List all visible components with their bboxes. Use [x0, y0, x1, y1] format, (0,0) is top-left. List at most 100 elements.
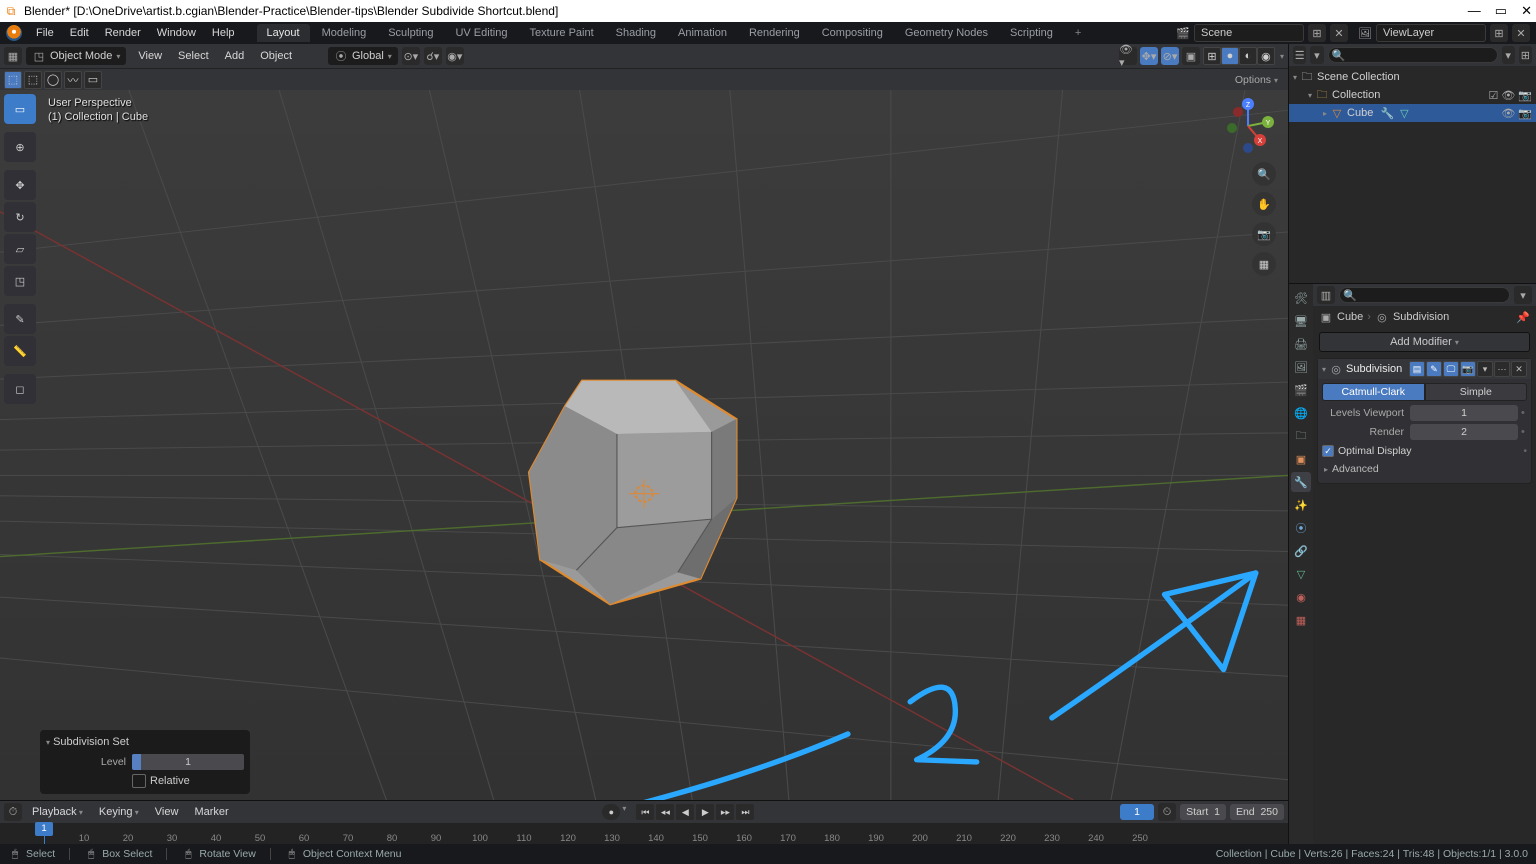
- timeline-menu-keying[interactable]: Keying ▾: [91, 804, 147, 820]
- xray-toggle[interactable]: ▣: [1182, 47, 1200, 65]
- prop-tab-modifiers[interactable]: 🔧: [1291, 472, 1311, 492]
- tool-rotate[interactable]: ↻: [4, 202, 36, 232]
- select-mode-tweak[interactable]: ⬚: [4, 71, 22, 89]
- transform-orientation[interactable]: ⦿ Global▾: [328, 47, 398, 65]
- timeline-track[interactable]: 1 10203040506070809010011012013014015016…: [0, 823, 1288, 844]
- menu-render[interactable]: Render: [97, 25, 149, 41]
- render-icon[interactable]: 📷: [1518, 89, 1532, 102]
- jump-start[interactable]: ⏮: [636, 804, 654, 820]
- timeline-menu-marker[interactable]: Marker: [186, 804, 236, 820]
- 3d-viewport[interactable]: User Perspective (1) Collection | Cube ▭…: [0, 90, 1288, 800]
- mod-on-cage[interactable]: ▤: [1409, 361, 1425, 377]
- workspace-tab-compositing[interactable]: Compositing: [812, 24, 893, 42]
- tool-measure[interactable]: 📏: [4, 336, 36, 366]
- camera-view-icon[interactable]: 📷: [1252, 222, 1276, 246]
- outliner-scene-collection[interactable]: ▾🗀 Scene Collection: [1289, 68, 1536, 86]
- shading-rendered[interactable]: ◉: [1257, 47, 1275, 65]
- window-minimize[interactable]: —: [1468, 3, 1481, 19]
- mode-selector[interactable]: ◳ Object Mode▾: [26, 47, 126, 65]
- shading-material[interactable]: ◐: [1239, 47, 1257, 65]
- viewport-options-dropdown[interactable]: Options ▾: [1229, 72, 1284, 88]
- workspace-tab-layout[interactable]: Layout: [257, 24, 310, 42]
- timeline-editor-selector[interactable]: ⏱: [4, 803, 22, 821]
- shading-wireframe[interactable]: ⊞: [1203, 47, 1221, 65]
- optimal-display-checkbox[interactable]: ✓: [1322, 445, 1334, 457]
- viewport-menu-add[interactable]: Add: [217, 48, 253, 64]
- viewlayer-selector[interactable]: ViewLayer: [1376, 24, 1486, 42]
- gizmo-toggle[interactable]: ✥▾: [1140, 47, 1158, 65]
- mod-realtime[interactable]: 🖵: [1443, 361, 1459, 377]
- prop-tab-render[interactable]: 🖥: [1291, 311, 1311, 331]
- autokey-toggle[interactable]: ●: [602, 804, 620, 820]
- delete-viewlayer-button[interactable]: ✕: [1512, 24, 1530, 42]
- tool-scale[interactable]: ▱: [4, 234, 36, 264]
- prop-tab-collection[interactable]: 🗀: [1291, 426, 1311, 446]
- jump-prev-key[interactable]: ◂◂: [656, 804, 674, 820]
- tool-cursor[interactable]: ⊕: [4, 132, 36, 162]
- end-frame[interactable]: End 250: [1230, 804, 1284, 820]
- scene-selector[interactable]: Scene: [1194, 24, 1304, 42]
- mod-render[interactable]: 📷: [1460, 361, 1476, 377]
- workspace-tab-modeling[interactable]: Modeling: [312, 24, 377, 42]
- levels-render-input[interactable]: 2: [1410, 424, 1518, 440]
- props-search[interactable]: [1339, 287, 1510, 303]
- outliner-search[interactable]: [1328, 47, 1498, 63]
- subdiv-type-simple[interactable]: Simple: [1425, 383, 1528, 401]
- redo-panel[interactable]: ▾ Subdivision Set Level 1 Relative: [40, 730, 250, 794]
- zoom-icon[interactable]: 🔍: [1252, 162, 1276, 186]
- mod-delete[interactable]: ✕: [1511, 361, 1527, 377]
- menu-help[interactable]: Help: [204, 25, 243, 41]
- select-mode-circle[interactable]: ◯: [44, 71, 62, 89]
- prop-tab-data[interactable]: ▽: [1291, 564, 1311, 584]
- workspace-tab-uv-editing[interactable]: UV Editing: [445, 24, 517, 42]
- shading-dropdown[interactable]: ▾: [1280, 52, 1284, 61]
- viewport-menu-object[interactable]: Object: [252, 48, 300, 64]
- new-collection[interactable]: ⊞: [1519, 46, 1532, 64]
- new-viewlayer-button[interactable]: ⊞: [1490, 24, 1508, 42]
- menu-edit[interactable]: Edit: [62, 25, 97, 41]
- shading-solid[interactable]: ●: [1221, 47, 1239, 65]
- tool-annotate[interactable]: ✎: [4, 304, 36, 334]
- play-forward[interactable]: ▶: [696, 804, 714, 820]
- perspective-toggle-icon[interactable]: ▦: [1252, 252, 1276, 276]
- prop-tab-constraints[interactable]: 🔗: [1291, 541, 1311, 561]
- select-mode-extra[interactable]: ▭: [84, 71, 102, 89]
- workspace-tab-sculpting[interactable]: Sculpting: [378, 24, 443, 42]
- redo-level-input[interactable]: 1: [132, 754, 244, 770]
- outliner-collection[interactable]: ▾ 🗀 Collection ☑👁📷: [1289, 86, 1536, 104]
- snap-toggle[interactable]: ☌▾: [424, 47, 442, 65]
- menu-file[interactable]: File: [28, 25, 62, 41]
- workspace-add[interactable]: +: [1065, 24, 1091, 42]
- prop-tab-physics[interactable]: ⦿: [1291, 518, 1311, 538]
- viewport-menu-view[interactable]: View: [130, 48, 170, 64]
- render-icon[interactable]: 📷: [1518, 107, 1532, 120]
- eye-icon[interactable]: 👁: [1501, 107, 1515, 120]
- workspace-tab-rendering[interactable]: Rendering: [739, 24, 810, 42]
- overlays-toggle[interactable]: ⊘▾: [1161, 47, 1179, 65]
- panel-collapse[interactable]: ▾: [1322, 365, 1326, 374]
- tool-transform[interactable]: ◳: [4, 266, 36, 296]
- pin-icon[interactable]: 📌: [1516, 310, 1530, 324]
- prop-tab-material[interactable]: ◉: [1291, 587, 1311, 607]
- tool-add-cube[interactable]: ◻: [4, 374, 36, 404]
- nav-gizmo[interactable]: Z Y X: [1220, 98, 1276, 154]
- outliner-display-mode[interactable]: ▾: [1310, 46, 1323, 64]
- jump-end[interactable]: ⏭: [736, 804, 754, 820]
- window-close[interactable]: ✕: [1521, 3, 1532, 19]
- collection-exclude-checkbox[interactable]: ☑: [1488, 89, 1498, 102]
- new-scene-button[interactable]: ⊞: [1308, 24, 1326, 42]
- workspace-tab-geometry-nodes[interactable]: Geometry Nodes: [895, 24, 998, 42]
- current-frame[interactable]: 1: [1120, 804, 1154, 820]
- prop-tab-object[interactable]: ▣: [1291, 449, 1311, 469]
- workspace-tab-shading[interactable]: Shading: [606, 24, 666, 42]
- jump-next-key[interactable]: ▸▸: [716, 804, 734, 820]
- editor-type-selector[interactable]: ▦: [4, 47, 22, 65]
- prop-tab-scene[interactable]: 🎬: [1291, 380, 1311, 400]
- tool-move[interactable]: ✥: [4, 170, 36, 200]
- start-frame[interactable]: Start 1: [1180, 804, 1226, 820]
- delete-scene-button[interactable]: ✕: [1330, 24, 1348, 42]
- mod-edit-mode[interactable]: ✎: [1426, 361, 1442, 377]
- prop-tab-output[interactable]: 🖨: [1291, 334, 1311, 354]
- pivot-point[interactable]: ⊙▾: [402, 47, 420, 65]
- outliner-filter[interactable]: ▾: [1502, 46, 1515, 64]
